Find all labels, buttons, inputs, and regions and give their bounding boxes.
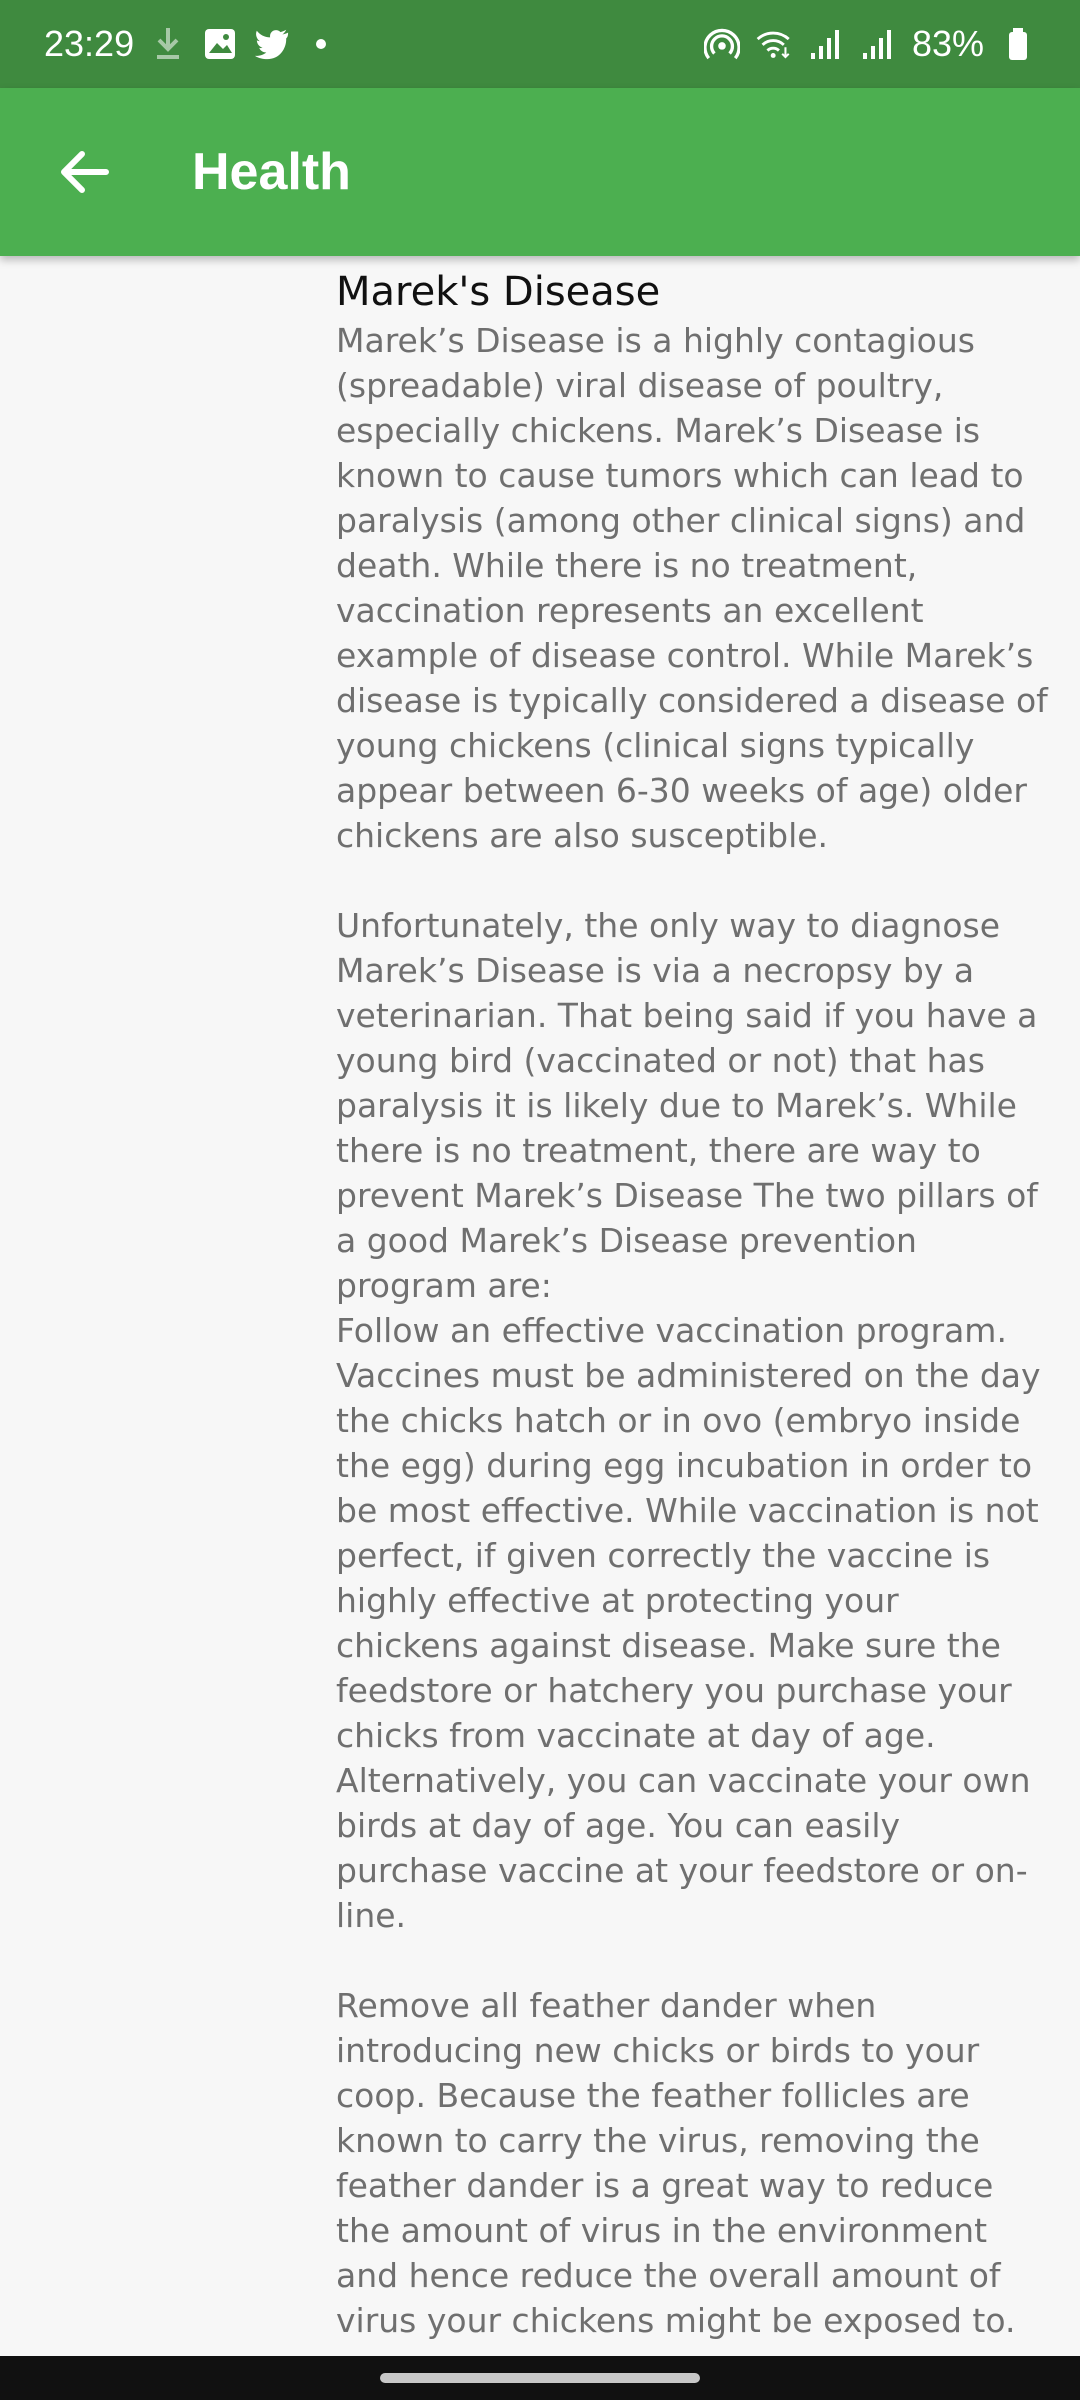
page-title: Health — [192, 143, 351, 201]
signal-icon — [860, 26, 896, 62]
status-left: 23:29 — [44, 23, 327, 65]
status-right: 83% — [703, 23, 1036, 65]
signal-icon — [808, 26, 844, 62]
article-title: Marek's Disease — [336, 269, 661, 315]
content-scroll-area[interactable]: Marek's Disease Marek’s Disease is a hig… — [0, 256, 1080, 2356]
hotspot-icon — [703, 26, 740, 62]
navigation-bar — [0, 2356, 1080, 2400]
article: Marek's Disease Marek’s Disease is a hig… — [336, 266, 1048, 2343]
article-paragraph: Remove all feather dander when introduci… — [336, 1986, 1016, 2340]
wifi-icon — [756, 26, 792, 62]
arrow-left-icon — [61, 151, 109, 193]
twitter-icon — [254, 26, 290, 62]
dot-icon — [316, 39, 327, 49]
status-bar: 23:29 83% — [0, 0, 1080, 88]
article-paragraph: Unfortunately, the only way to diagnose … — [336, 906, 1041, 1935]
battery-percentage: 83% — [911, 23, 984, 64]
image-icon — [202, 26, 238, 62]
back-button[interactable] — [36, 124, 132, 220]
article-paragraph: Marek’s Disease is a highly contagious (… — [336, 321, 1048, 855]
battery-icon — [1000, 26, 1036, 62]
clock: 23:29 — [44, 23, 135, 64]
download-icon — [150, 26, 186, 62]
app-bar: Health — [0, 88, 1080, 256]
home-indicator[interactable] — [380, 2373, 700, 2383]
